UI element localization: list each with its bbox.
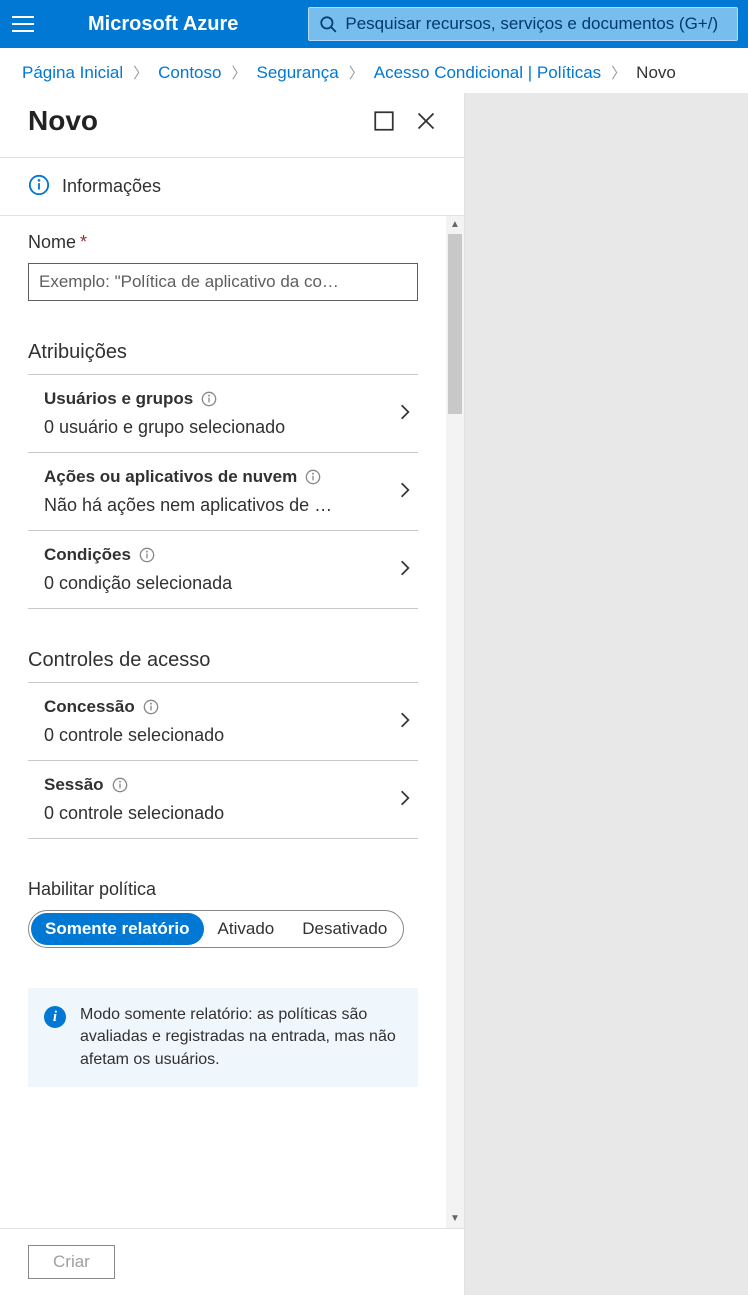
- scrollbar[interactable]: ▲ ▼: [446, 216, 464, 1228]
- item-title-label: Usuários e grupos: [44, 389, 193, 409]
- close-icon[interactable]: [416, 111, 436, 131]
- item-cloud-apps[interactable]: Ações ou aplicativos de nuvem Não há açõ…: [28, 453, 418, 531]
- item-session[interactable]: Sessão 0 controle selecionado: [28, 761, 418, 839]
- name-input[interactable]: [28, 263, 418, 301]
- top-bar: Microsoft Azure: [0, 0, 748, 48]
- brand-name: Microsoft Azure: [88, 13, 238, 36]
- info-label: Informações: [62, 176, 161, 197]
- info-bar: Informações: [0, 157, 464, 216]
- enable-policy-title: Habilitar política: [28, 879, 418, 900]
- item-title-label: Condições: [44, 545, 131, 565]
- breadcrumb-contoso[interactable]: Contoso: [158, 63, 221, 83]
- chevron-right-icon: [396, 481, 418, 502]
- search-icon: [319, 15, 337, 33]
- blade-header: Novo: [0, 93, 464, 157]
- toggle-report-only[interactable]: Somente relatório: [31, 913, 204, 945]
- item-subtext: 0 controle selecionado: [44, 725, 386, 746]
- chevron-right-icon: [396, 559, 418, 580]
- breadcrumb-security[interactable]: Segurança: [256, 63, 338, 83]
- item-conditions[interactable]: Condições 0 condição selecionada: [28, 531, 418, 609]
- maximize-icon[interactable]: [374, 111, 394, 131]
- info-icon[interactable]: [305, 469, 321, 485]
- chevron-right-icon: 〉: [611, 62, 626, 83]
- item-title-label: Concessão: [44, 697, 135, 717]
- hamburger-menu-icon[interactable]: [10, 10, 38, 38]
- info-icon: i: [44, 1006, 66, 1028]
- item-users-groups[interactable]: Usuários e grupos 0 usuário e grupo sele…: [28, 375, 418, 453]
- chevron-right-icon: [396, 711, 418, 732]
- required-indicator: *: [80, 232, 87, 253]
- name-label: Nome *: [28, 232, 418, 253]
- chevron-right-icon: 〉: [133, 62, 148, 83]
- breadcrumb-conditional-access[interactable]: Acesso Condicional | Políticas: [374, 63, 601, 83]
- enable-policy-toggle: Somente relatório Ativado Desativado: [28, 910, 404, 948]
- form-scroll-area: Nome * Atribuições Usuários e grupos: [0, 216, 446, 1228]
- item-subtext: 0 usuário e grupo selecionado: [44, 417, 386, 438]
- toggle-enabled[interactable]: Ativado: [204, 913, 289, 945]
- blade-footer: Criar: [0, 1228, 464, 1295]
- item-subtext: Não há ações nem aplicativos de …: [44, 495, 386, 516]
- empty-area: [465, 93, 748, 1295]
- section-access-title: Controles de acesso: [28, 649, 418, 683]
- chevron-right-icon: [396, 789, 418, 810]
- item-subtext: 0 controle selecionado: [44, 803, 386, 824]
- item-subtext: 0 condição selecionada: [44, 573, 386, 594]
- item-title-label: Ações ou aplicativos de nuvem: [44, 467, 297, 487]
- info-icon[interactable]: [143, 699, 159, 715]
- section-assignments-title: Atribuições: [28, 341, 418, 375]
- page-title: Novo: [28, 105, 98, 137]
- scroll-up-arrow-icon[interactable]: ▲: [446, 216, 464, 234]
- chevron-right-icon: 〉: [349, 62, 364, 83]
- create-button[interactable]: Criar: [28, 1245, 115, 1279]
- chevron-right-icon: 〉: [231, 62, 246, 83]
- info-icon[interactable]: [139, 547, 155, 563]
- item-grant[interactable]: Concessão 0 controle selecionado: [28, 683, 418, 761]
- scroll-thumb[interactable]: [448, 234, 462, 414]
- scroll-down-arrow-icon[interactable]: ▼: [446, 1210, 464, 1228]
- blade-panel: Novo Informações Nome *: [0, 93, 465, 1295]
- breadcrumb-home[interactable]: Página Inicial: [22, 63, 123, 83]
- toggle-disabled[interactable]: Desativado: [288, 913, 401, 945]
- search-input[interactable]: [345, 14, 727, 34]
- chevron-right-icon: [396, 403, 418, 424]
- breadcrumb-current: Novo: [636, 63, 676, 83]
- info-icon[interactable]: [112, 777, 128, 793]
- breadcrumb: Página Inicial 〉 Contoso 〉 Segurança 〉 A…: [0, 48, 748, 93]
- info-icon[interactable]: [201, 391, 217, 407]
- info-icon: [28, 174, 50, 199]
- report-only-notice: i Modo somente relatório: as políticas s…: [28, 988, 418, 1087]
- global-search[interactable]: [308, 7, 738, 41]
- item-title-label: Sessão: [44, 775, 104, 795]
- notice-text: Modo somente relatório: as políticas são…: [80, 1004, 402, 1071]
